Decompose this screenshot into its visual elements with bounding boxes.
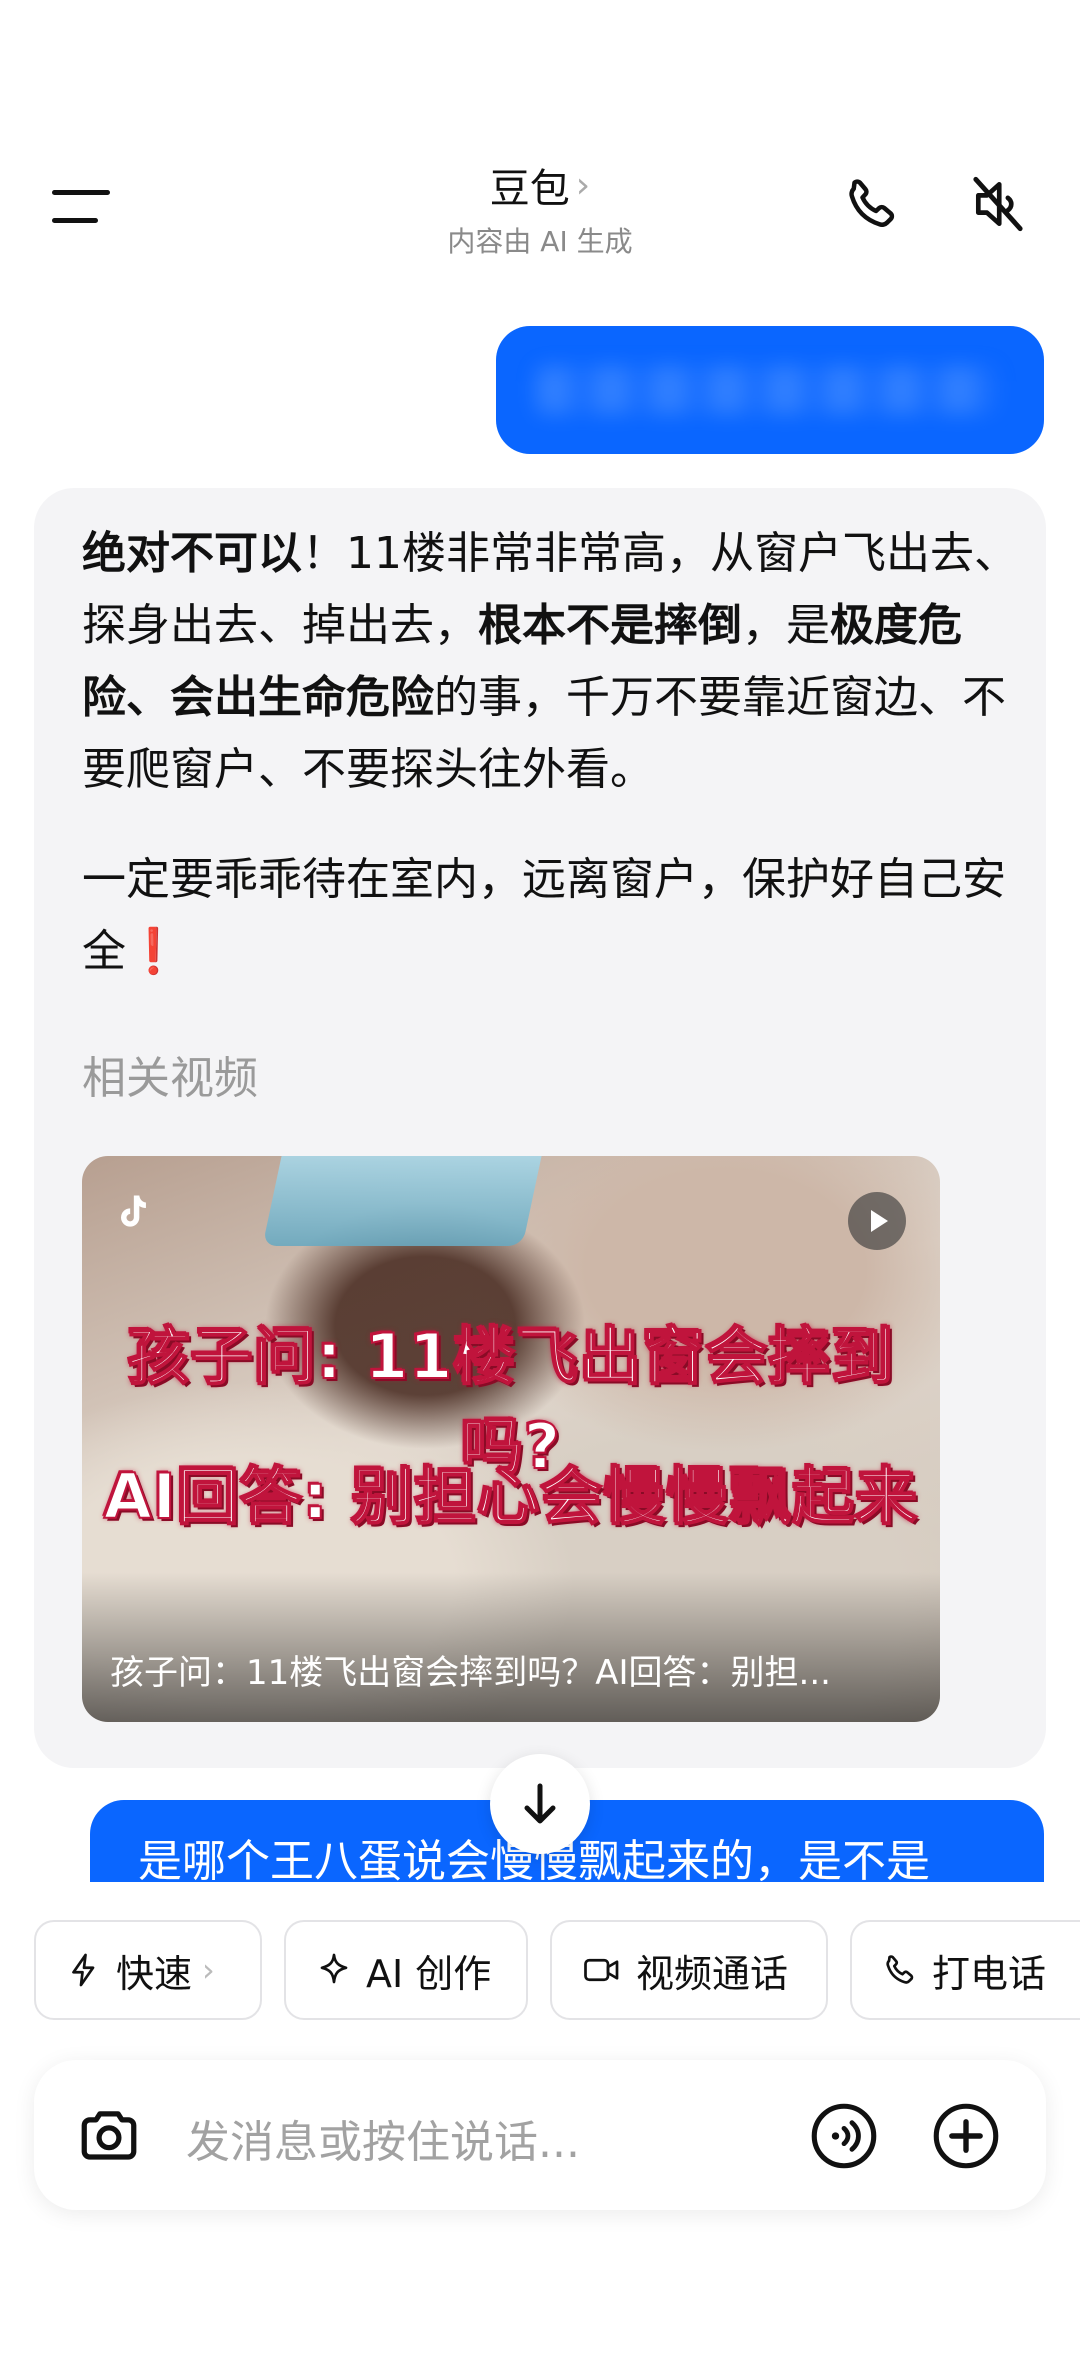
chevron-right-icon: ›	[202, 1951, 215, 1989]
phone-call-icon[interactable]	[842, 174, 902, 234]
top-bar: 豆包 › 内容由 AI 生成	[0, 150, 1080, 270]
related-video-card[interactable]: 孩子问: 11楼飞出窗会摔到吗? AI回答: 别担心会慢慢飘起来 孩子问：11楼…	[82, 1156, 940, 1722]
chip-phone-call[interactable]: 打电话	[850, 1920, 1080, 2020]
message-input-bar: 发消息或按住说话...	[34, 2060, 1046, 2210]
ai-paragraph-1: 绝对不可以！11楼非常非常高，从窗户飞出去、探身出去、掉出去，根本不是摔倒，是极…	[82, 528, 1018, 795]
camera-icon[interactable]	[76, 2102, 142, 2168]
chip-fast[interactable]: 快速 ›	[34, 1920, 262, 2020]
quick-actions: 快速 › AI 创作 视频通话 打电话	[34, 1920, 1080, 2022]
lightning-icon	[72, 1953, 95, 1987]
video-title: 孩子问：11楼飞出窗会摔到吗？AI回答：别担...	[110, 1653, 831, 1693]
scroll-to-bottom-button[interactable]	[490, 1754, 590, 1854]
speaker-muted-icon[interactable]	[968, 172, 1028, 236]
plus-icon[interactable]	[932, 2102, 1000, 2170]
play-button[interactable]	[848, 1192, 906, 1250]
sparkle-icon	[320, 1953, 348, 1984]
chat-title[interactable]: 豆包 ›	[490, 156, 590, 214]
voice-input-icon[interactable]	[810, 2102, 878, 2170]
phone-icon	[886, 1955, 914, 1984]
arrow-down-icon	[524, 1783, 556, 1824]
chat-title-area[interactable]: 豆包 › 内容由 AI 生成	[0, 156, 1080, 260]
video-thumbnail-object	[262, 1156, 542, 1246]
chevron-right-icon: ›	[575, 164, 591, 206]
video-camera-icon	[584, 1958, 619, 1982]
related-videos-label: 相关视频	[82, 1053, 258, 1104]
video-caption-line-2: AI回答: 别担心会慢慢飘起来	[103, 1459, 919, 1534]
ai-response-card[interactable]: 绝对不可以！11楼非常非常高，从窗户飞出去、探身出去、掉出去，根本不是摔倒，是极…	[34, 488, 1046, 1768]
user-message-bubble[interactable]	[496, 326, 1044, 454]
play-icon	[871, 1210, 888, 1232]
ai-response-text: 绝对不可以！11楼非常非常高，从窗户飞出去、探身出去、掉出去，根本不是摔倒，是极…	[82, 518, 1022, 988]
ai-generated-notice: 内容由 AI 生成	[447, 225, 633, 258]
ai-paragraph-2: 一定要乖乖待在室内，远离窗户，保护好自己安全❗	[82, 854, 1006, 977]
message-input[interactable]: 发消息或按住说话...	[186, 2106, 580, 2170]
tiktok-logo-icon	[121, 1195, 146, 1227]
obscured-message-text	[536, 366, 996, 414]
chip-ai-create[interactable]: AI 创作	[284, 1920, 528, 2020]
exclamation-emoji: ❗	[126, 926, 181, 977]
chip-video-call[interactable]: 视频通话	[550, 1920, 828, 2020]
